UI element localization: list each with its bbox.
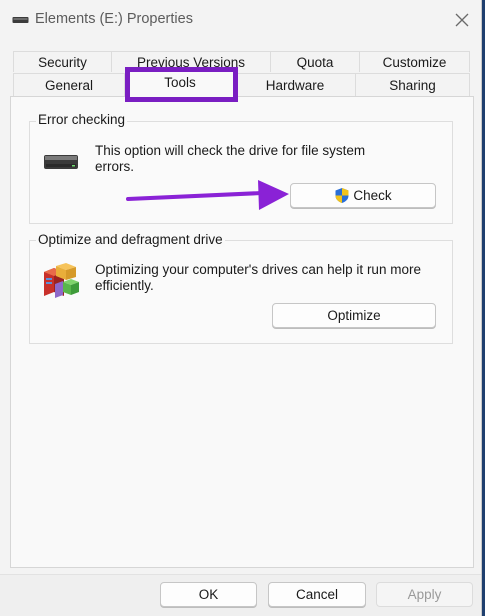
cancel-button-label: Cancel xyxy=(295,587,339,602)
optimize-group xyxy=(29,240,453,344)
tab-tools[interactable]: Tools xyxy=(125,70,235,97)
tab-hardware[interactable]: Hardware xyxy=(234,73,356,97)
optimize-button-label: Optimize xyxy=(327,308,381,323)
defrag-icon xyxy=(44,263,79,298)
optimize-description: Optimizing your computer's drives can he… xyxy=(95,262,421,277)
apply-button: Apply xyxy=(376,582,473,607)
error-checking-description: This option will check the drive for fil… xyxy=(95,143,366,158)
check-button[interactable]: Check xyxy=(290,183,436,208)
error-checking-description-line2: errors. xyxy=(95,159,135,174)
properties-window: Elements (E:) Properties Security Previo… xyxy=(0,0,482,616)
cancel-button[interactable]: Cancel xyxy=(268,582,366,607)
close-icon[interactable] xyxy=(449,7,475,33)
tab-customize[interactable]: Customize xyxy=(359,51,470,72)
hard-drive-icon xyxy=(44,155,78,169)
tab-general[interactable]: General xyxy=(13,73,125,97)
error-checking-label: Error checking xyxy=(36,112,128,127)
tab-quota[interactable]: Quota xyxy=(270,51,360,72)
title-bar[interactable]: Elements (E:) Properties xyxy=(0,0,481,40)
ok-button[interactable]: OK xyxy=(160,582,257,607)
window-title: Elements (E:) Properties xyxy=(35,11,193,27)
tab-previous-versions[interactable]: Previous Versions xyxy=(111,51,271,72)
tab-security[interactable]: Security xyxy=(13,51,112,72)
drive-icon xyxy=(12,17,29,23)
apply-button-label: Apply xyxy=(407,587,442,602)
optimize-button[interactable]: Optimize xyxy=(272,303,436,328)
optimize-description-line2: efficiently. xyxy=(95,278,154,293)
uac-shield-icon xyxy=(335,188,349,203)
ok-button-label: OK xyxy=(198,587,219,602)
tab-sharing[interactable]: Sharing xyxy=(355,73,470,97)
optimize-label: Optimize and defragment drive xyxy=(36,232,225,247)
check-button-label: Check xyxy=(353,188,392,203)
